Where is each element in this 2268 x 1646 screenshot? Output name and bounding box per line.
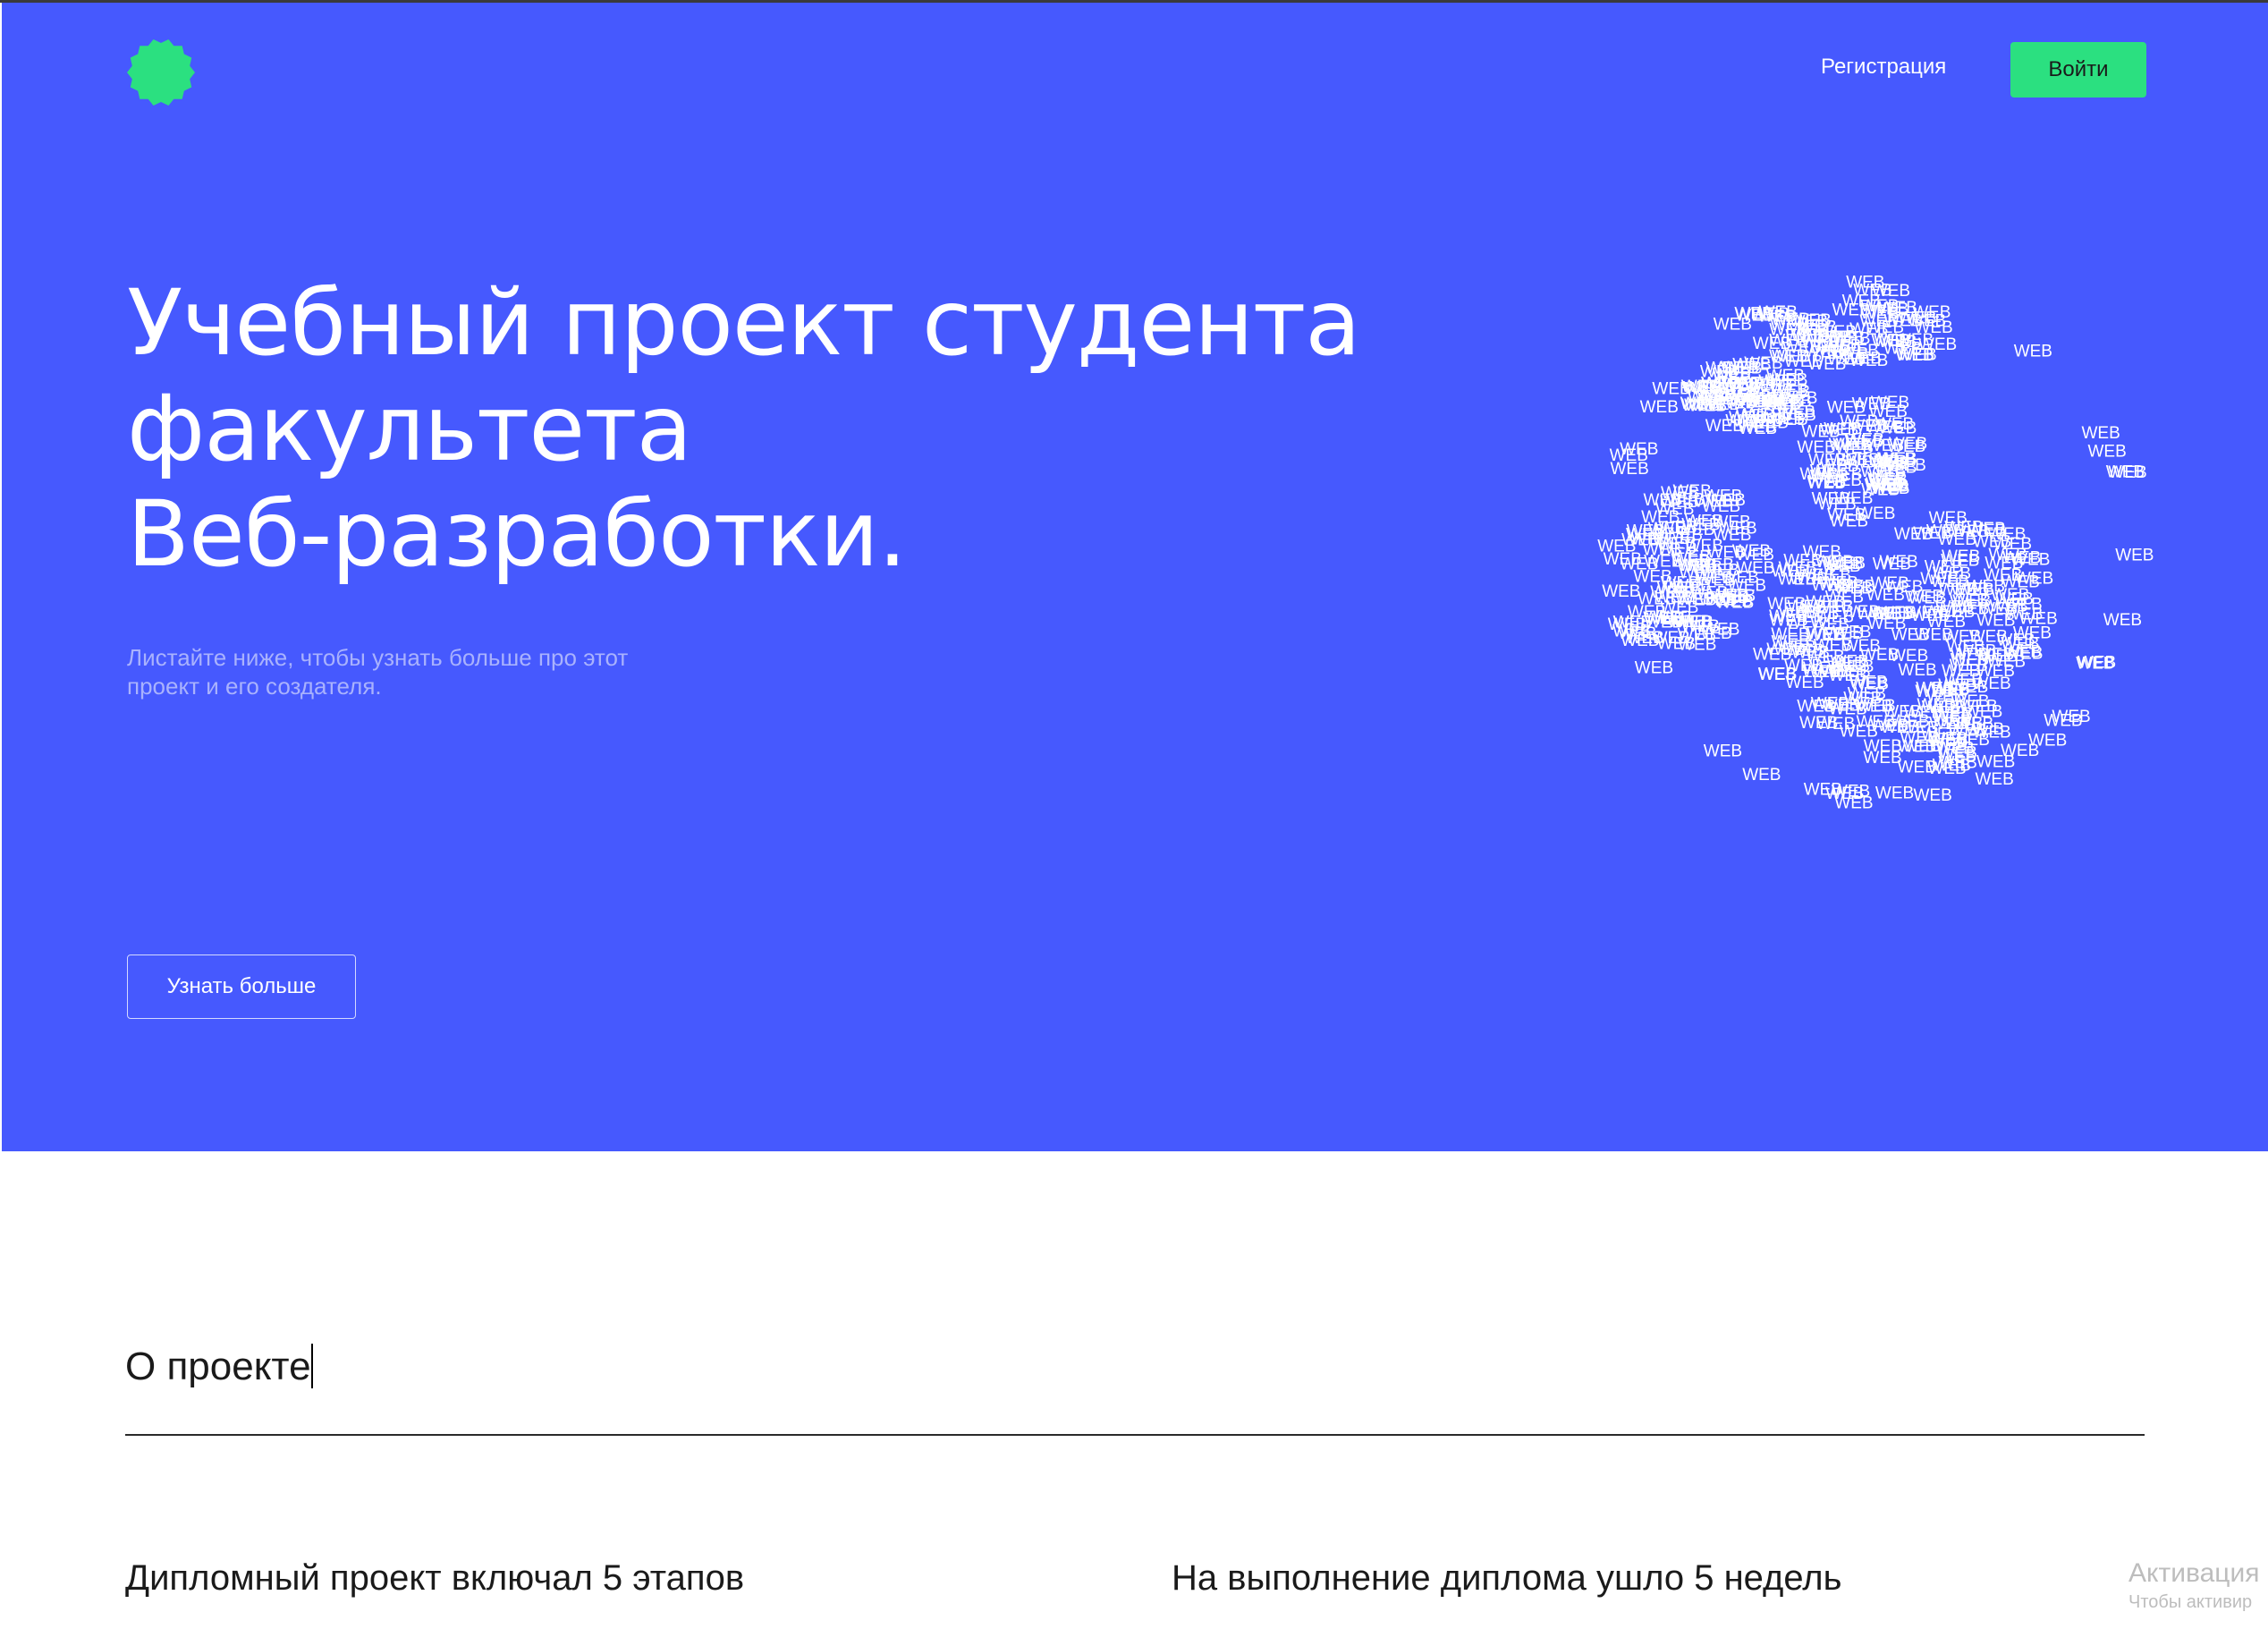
globe-word: WEB — [2103, 611, 2142, 630]
web-word-globe-icon: WEBWEBWEBWEBWEBWEBWEBWEBWEBWEBWEBWEBWEBW… — [1597, 274, 2154, 813]
globe-word: WEB — [1704, 742, 1742, 761]
globe-word: WEB — [1980, 648, 2018, 666]
globe-word: WEB — [1742, 766, 1781, 785]
register-link[interactable]: Регистрация — [1821, 55, 1946, 80]
globe-word: WEB — [1871, 478, 1909, 496]
globe-word: WEB — [1935, 598, 1974, 616]
globe-word: WEB — [1870, 301, 1908, 319]
globe-word: WEB — [1806, 648, 1844, 666]
learn-more-button[interactable]: Узнать больше — [127, 955, 356, 1019]
about-section-title: О проекте — [125, 1344, 313, 1389]
globe-word: WEB — [1812, 490, 1850, 509]
globe-word: WEB — [2028, 732, 2067, 751]
globe-word: WEB — [1784, 352, 1823, 371]
globe-word: WEB — [1707, 491, 1746, 510]
hero-title-line: факультета — [127, 376, 692, 482]
globe-word: WEB — [1679, 556, 1717, 575]
globe-word: WEB — [1854, 698, 1892, 717]
globe-word: WEB — [1715, 594, 1754, 613]
globe-word: WEB — [1832, 782, 1870, 801]
globe-word: WEB — [1852, 395, 1891, 414]
hero-title-line: Учебный проект студента — [127, 270, 1361, 377]
globe-word: WEB — [1900, 728, 1938, 747]
globe-word: WEB — [1680, 395, 1719, 413]
globe-word: WEB — [1843, 349, 1882, 368]
globe-word: WEB — [1758, 666, 1797, 684]
globe-word: WEB — [1898, 661, 1936, 680]
globe-word: WEB — [2088, 442, 2127, 461]
globe-word: WEB — [1626, 525, 1664, 544]
globe-word: WEB — [1790, 570, 1828, 589]
globe-word: WEB — [1927, 759, 1966, 778]
globe-word: WEB — [1738, 418, 1776, 437]
globe-word: WEB — [2002, 548, 2041, 567]
globe-word: WEB — [1914, 786, 1952, 805]
activation-watermark-title: Активация — [2128, 1558, 2260, 1588]
globe-word: WEB — [1610, 446, 1648, 465]
globe-word: WEB — [1635, 659, 1673, 678]
globe-word: WEB — [1797, 438, 1835, 457]
globe-word: WEB — [1672, 577, 1711, 596]
globe-word: WEB — [1976, 770, 2014, 789]
globe-word: WEB — [1641, 508, 1680, 527]
globe-word: WEB — [1811, 695, 1849, 714]
globe-word: WEB — [1850, 675, 1889, 694]
globe-word: WEB — [2082, 424, 2120, 443]
globe-word: WEB — [1863, 749, 1901, 768]
globe-word: WEB — [1628, 603, 1666, 622]
green-rosette-logo-icon[interactable] — [125, 37, 197, 108]
globe-word: WEB — [2001, 573, 2040, 591]
globe-word: WEB — [1765, 393, 1804, 412]
globe-word: WEB — [1880, 553, 1918, 572]
globe-word: WEB — [1941, 551, 1979, 570]
globe-word: WEB — [1894, 525, 1933, 544]
hero-title-line: Веб-разработки. — [127, 481, 907, 588]
globe-word: WEB — [2115, 547, 2154, 565]
globe-word: WEB — [2076, 655, 2114, 674]
globe-word: WEB — [1803, 543, 1841, 562]
globe-word: WEB — [1866, 418, 1904, 437]
globe-word: WEB — [1644, 491, 1682, 510]
hero-section: Регистрация Войти Учебный проект студент… — [2, 3, 2268, 1151]
login-button[interactable]: Войти — [2010, 42, 2146, 98]
globe-word: WEB — [1722, 374, 1761, 393]
globe-word: WEB — [2044, 712, 2082, 731]
globe-word: WEB — [1866, 437, 1904, 455]
globe-word: WEB — [1884, 578, 1923, 597]
fact-stages: Дипломный проект включал 5 этапов — [125, 1558, 745, 1598]
globe-word: WEB — [1681, 516, 1720, 535]
globe-word: WEB — [1951, 581, 1989, 599]
globe-word: WEB — [1640, 398, 1679, 417]
globe-word: WEB — [2106, 463, 2145, 482]
globe-word: WEB — [1736, 546, 1774, 564]
globe-word: WEB — [1888, 456, 1926, 475]
hero-subtitle: Листайте ниже, чтобы узнать больше про э… — [127, 644, 629, 700]
text-cursor — [310, 1344, 313, 1388]
activation-watermark-subtitle: Чтобы активир — [2128, 1592, 2253, 1612]
fact-duration: На выполнение диплома ушло 5 недель — [1172, 1558, 1842, 1598]
globe-word: WEB — [1968, 522, 2006, 540]
globe-word: WEB — [1718, 520, 1756, 539]
hero-title: Учебный проект студента факультета Веб-р… — [127, 271, 1379, 588]
globe-word: WEB — [1730, 392, 1768, 411]
globe-word: WEB — [1769, 612, 1807, 631]
section-divider — [125, 1434, 2145, 1436]
globe-word: WEB — [1995, 590, 2034, 609]
globe-word: WEB — [1895, 331, 1934, 350]
about-title-text: О проекте — [125, 1345, 311, 1388]
globe-word: WEB — [1867, 615, 1906, 633]
globe-word: WEB — [1693, 624, 1731, 643]
globe-word: WEB — [2019, 609, 2058, 628]
globe-word: WEB — [1811, 615, 1849, 634]
globe-word: WEB — [1875, 784, 1914, 802]
globe-word: WEB — [1771, 310, 1809, 329]
globe-word: WEB — [2014, 342, 2052, 361]
